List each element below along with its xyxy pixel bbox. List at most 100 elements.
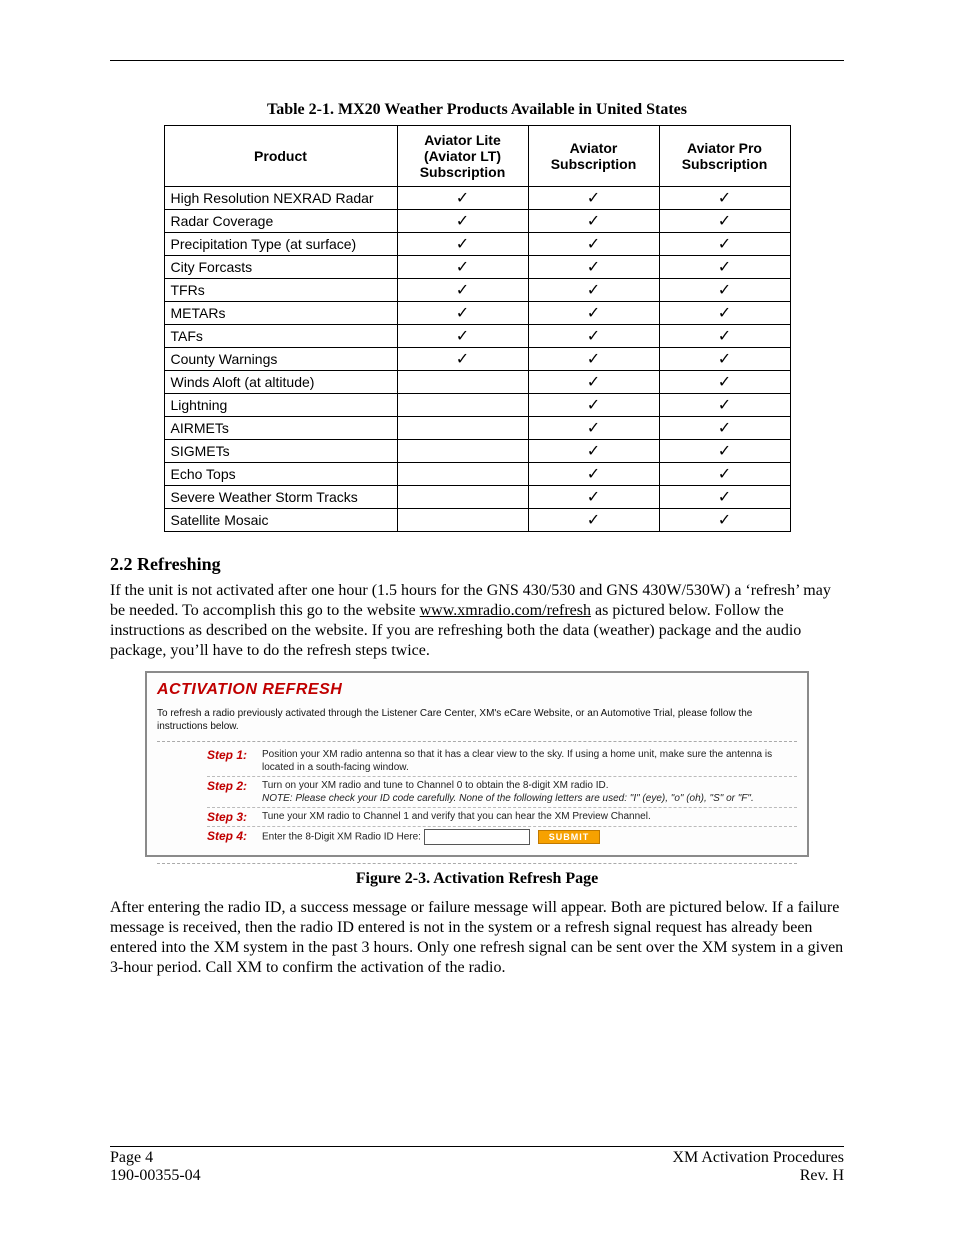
footer-right-top: XM Activation Procedures <box>672 1149 844 1167</box>
refreshing-paragraph-1: If the unit is not activated after one h… <box>110 581 844 661</box>
step-row: Step 3:Tune your XM radio to Channel 1 a… <box>207 808 797 827</box>
check-cell: ✓ <box>528 440 659 463</box>
table-row: Winds Aloft (at altitude)✓✓ <box>164 371 790 394</box>
refresh-url-link[interactable]: www.xmradio.com/refresh <box>420 602 591 619</box>
table-row: Satellite Mosaic✓✓ <box>164 509 790 532</box>
check-cell: ✓ <box>528 233 659 256</box>
product-name-cell: TAFs <box>164 325 397 348</box>
check-cell: ✓ <box>659 463 790 486</box>
footer-rule <box>110 1146 844 1147</box>
check-cell <box>397 463 528 486</box>
product-name-cell: Echo Tops <box>164 463 397 486</box>
check-cell: ✓ <box>528 325 659 348</box>
table-caption: Table 2-1. MX20 Weather Products Availab… <box>110 101 844 119</box>
product-name-cell: City Forcasts <box>164 256 397 279</box>
check-cell: ✓ <box>659 210 790 233</box>
check-cell: ✓ <box>397 187 528 210</box>
check-cell: ✓ <box>528 417 659 440</box>
product-name-cell: Satellite Mosaic <box>164 509 397 532</box>
check-cell: ✓ <box>528 279 659 302</box>
step-label: Step 1: <box>207 748 262 762</box>
check-cell: ✓ <box>397 325 528 348</box>
check-cell <box>397 394 528 417</box>
check-cell: ✓ <box>528 187 659 210</box>
product-name-cell: Severe Weather Storm Tracks <box>164 486 397 509</box>
step-text: Enter the 8-Digit XM Radio ID Here: SUBM… <box>262 829 600 845</box>
check-cell: ✓ <box>397 279 528 302</box>
step-text: Tune your XM radio to Channel 1 and veri… <box>262 810 651 823</box>
refreshing-paragraph-2: After entering the radio ID, a success m… <box>110 898 844 978</box>
step-row: Step 2:Turn on your XM radio and tune to… <box>207 777 797 808</box>
step-row: Step 4:Enter the 8-Digit XM Radio ID Her… <box>207 827 797 847</box>
check-cell: ✓ <box>659 394 790 417</box>
table-row: High Resolution NEXRAD Radar✓✓✓ <box>164 187 790 210</box>
check-cell: ✓ <box>659 417 790 440</box>
check-cell: ✓ <box>528 394 659 417</box>
step-label: Step 3: <box>207 810 262 824</box>
check-cell: ✓ <box>528 463 659 486</box>
step-text: Position your XM radio antenna so that i… <box>262 748 797 774</box>
submit-button[interactable]: SUBMIT <box>538 830 601 844</box>
product-name-cell: AIRMETs <box>164 417 397 440</box>
product-name-cell: Radar Coverage <box>164 210 397 233</box>
check-cell: ✓ <box>528 256 659 279</box>
th-lite: Aviator Lite (Aviator LT) Subscription <box>397 126 528 187</box>
table-row: TAFs✓✓✓ <box>164 325 790 348</box>
product-name-cell: TFRs <box>164 279 397 302</box>
table-row: County Warnings✓✓✓ <box>164 348 790 371</box>
product-name-cell: High Resolution NEXRAD Radar <box>164 187 397 210</box>
page-footer: Page 4 XM Activation Procedures 190-0035… <box>110 1146 844 1185</box>
check-cell: ✓ <box>659 348 790 371</box>
product-name-cell: Winds Aloft (at altitude) <box>164 371 397 394</box>
check-cell: ✓ <box>528 348 659 371</box>
product-name-cell: Precipitation Type (at surface) <box>164 233 397 256</box>
check-cell <box>397 371 528 394</box>
product-name-cell: METARs <box>164 302 397 325</box>
footer-right-bottom: Rev. H <box>800 1167 844 1185</box>
table-row: Radar Coverage✓✓✓ <box>164 210 790 233</box>
table-row: Precipitation Type (at surface)✓✓✓ <box>164 233 790 256</box>
table-row: METARs✓✓✓ <box>164 302 790 325</box>
table-row: Lightning ✓✓ <box>164 394 790 417</box>
step-text: Turn on your XM radio and tune to Channe… <box>262 779 754 805</box>
th-product: Product <box>164 126 397 187</box>
check-cell: ✓ <box>397 256 528 279</box>
products-table: Product Aviator Lite (Aviator LT) Subscr… <box>164 125 791 532</box>
check-cell: ✓ <box>659 325 790 348</box>
step-label: Step 2: <box>207 779 262 793</box>
check-cell: ✓ <box>528 371 659 394</box>
table-row: AIRMETs ✓✓ <box>164 417 790 440</box>
check-cell: ✓ <box>528 210 659 233</box>
step-label: Step 4: <box>207 829 262 843</box>
check-cell: ✓ <box>397 233 528 256</box>
activation-refresh-title: ACTIVATION REFRESH <box>157 681 797 699</box>
product-name-cell: Lightning <box>164 394 397 417</box>
section-heading-refreshing: 2.2 Refreshing <box>110 554 844 575</box>
table-row: Severe Weather Storm Tracks ✓✓ <box>164 486 790 509</box>
top-rule <box>110 60 844 61</box>
check-cell: ✓ <box>528 486 659 509</box>
table-row: Echo Tops ✓✓ <box>164 463 790 486</box>
check-cell: ✓ <box>659 486 790 509</box>
table-row: TFRs✓✓✓ <box>164 279 790 302</box>
check-cell <box>397 440 528 463</box>
radio-id-input[interactable] <box>424 829 530 845</box>
check-cell: ✓ <box>397 210 528 233</box>
activation-refresh-intro: To refresh a radio previously activated … <box>157 707 797 733</box>
table-row: City Forcasts✓✓✓ <box>164 256 790 279</box>
check-cell <box>397 509 528 532</box>
check-cell: ✓ <box>659 256 790 279</box>
check-cell <box>397 417 528 440</box>
check-cell: ✓ <box>659 440 790 463</box>
check-cell <box>397 486 528 509</box>
dash-rule <box>157 741 797 742</box>
check-cell: ✓ <box>528 509 659 532</box>
check-cell: ✓ <box>659 279 790 302</box>
footer-left-top: Page 4 <box>110 1149 153 1167</box>
check-cell: ✓ <box>659 233 790 256</box>
check-cell: ✓ <box>659 302 790 325</box>
step-row: Step 1:Position your XM radio antenna so… <box>207 746 797 777</box>
activation-refresh-screenshot: ACTIVATION REFRESH To refresh a radio pr… <box>145 671 809 857</box>
check-cell: ✓ <box>397 348 528 371</box>
figure-caption: Figure 2-3. Activation Refresh Page <box>110 870 844 888</box>
